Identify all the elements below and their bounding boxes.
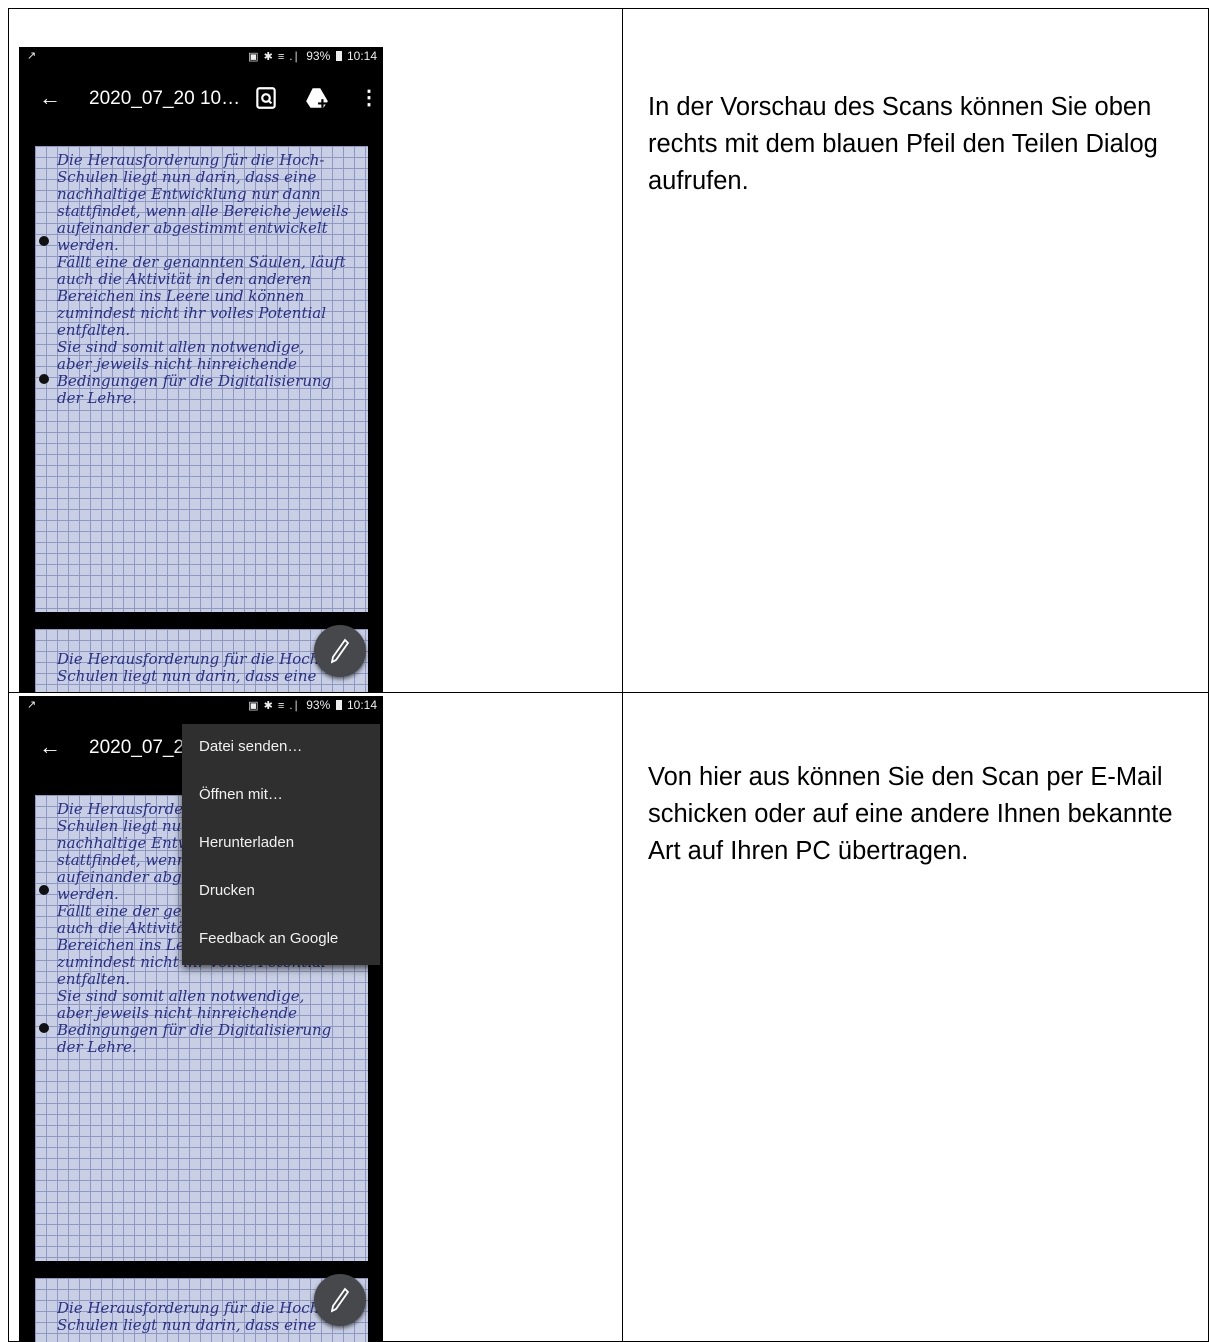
punch-hole xyxy=(39,885,49,895)
menu-item-send-file[interactable]: Datei senden… xyxy=(199,738,302,755)
pencil-icon xyxy=(331,638,349,664)
battery-percent: 93% xyxy=(306,49,331,63)
pencil-icon xyxy=(331,1287,349,1313)
drive-add-icon[interactable] xyxy=(304,85,330,111)
clock: 10:14 xyxy=(346,49,377,63)
overflow-menu: Datei senden… Öffnen mit… Herunterladen … xyxy=(182,724,380,965)
arrow-back-icon[interactable]: ← xyxy=(39,85,61,111)
edit-button[interactable] xyxy=(314,625,366,677)
menu-item-download[interactable]: Herunterladen xyxy=(199,834,294,851)
battery-percent: 93% xyxy=(306,698,331,712)
punch-hole xyxy=(39,236,49,246)
chart-icon: ↗ xyxy=(27,699,37,711)
clock: 10:14 xyxy=(346,698,377,712)
find-in-page-icon[interactable] xyxy=(253,85,279,111)
status-icons: ▣ ✱ ≡ .∣ xyxy=(248,700,300,712)
instruction-text: In der Vorschau des Scans können Sie obe… xyxy=(648,93,1158,195)
battery-icon xyxy=(335,51,342,61)
document-title: 2020_07_2 xyxy=(89,737,185,758)
handwritten-text: Die Herausforderung für die Hoch-Schulen… xyxy=(57,650,325,685)
status-bar: ↗ ▣ ✱ ≡ .∣ 93% 10:14 xyxy=(19,47,383,65)
punch-hole xyxy=(39,1023,49,1033)
menu-item-feedback[interactable]: Feedback an Google xyxy=(199,930,338,947)
phone-screenshot-menu: ↗ ▣ ✱ ≡ .∣ 93% 10:14 ← 2020_07_2 Die Her… xyxy=(19,696,383,1342)
table-column-divider xyxy=(622,8,623,1342)
battery-icon xyxy=(335,700,342,710)
more-vert-icon[interactable]: ⋮ xyxy=(359,85,379,110)
handwritten-text: Die Herausforderung für die Hoch-Schulen… xyxy=(57,151,349,407)
chart-icon: ↗ xyxy=(27,50,37,62)
phone-screenshot-preview: ↗ ▣ ✱ ≡ .∣ 93% 10:14 ← 2020_07_20 10… ⋮ … xyxy=(19,47,383,692)
edit-button[interactable] xyxy=(314,1274,366,1326)
status-icons: ▣ ✱ ≡ .∣ xyxy=(248,51,300,63)
handwritten-text: Die Herausforderung für die Hoch-Schulen… xyxy=(57,1299,325,1334)
arrow-back-icon[interactable]: ← xyxy=(39,734,61,760)
instruction-text: Von hier aus können Sie den Scan per E-M… xyxy=(648,763,1173,865)
menu-item-print[interactable]: Drucken xyxy=(199,882,255,899)
status-right: ▣ ✱ ≡ .∣ 93% 10:14 xyxy=(248,698,377,712)
table-row-divider xyxy=(8,692,1209,693)
scan-page: Die Herausforderung für die Hoch-Schulen… xyxy=(35,146,368,612)
status-bar: ↗ ▣ ✱ ≡ .∣ 93% 10:14 xyxy=(19,696,383,714)
app-toolbar: ← 2020_07_20 10… ⋮ xyxy=(19,75,383,123)
status-right: ▣ ✱ ≡ .∣ 93% 10:14 xyxy=(248,49,377,63)
punch-hole xyxy=(39,374,49,384)
document-title: 2020_07_20 10… xyxy=(89,88,241,109)
menu-item-open-with[interactable]: Öffnen mit… xyxy=(199,786,283,803)
